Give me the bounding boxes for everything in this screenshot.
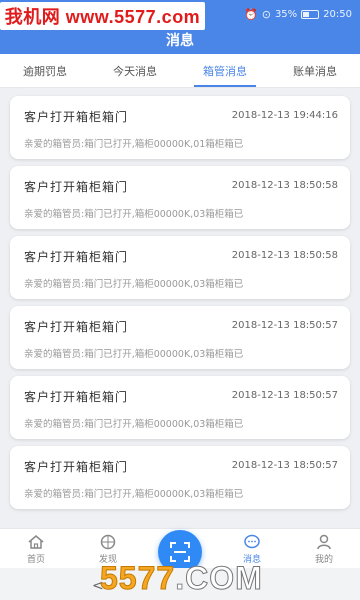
message-title: 客户打开箱柜箱门 [24,460,129,474]
clock: 20:50 [323,8,352,20]
message-card[interactable]: 客户打开箱柜箱门 2018-12-13 19:44:16 亲爱的箱管员:箱门已打… [10,96,350,159]
message-time: 2018-12-13 18:50:58 [231,180,338,191]
brand-number: 5577 [99,560,176,597]
compass-icon [100,534,116,550]
tab-today[interactable]: 今天消息 [90,54,180,87]
message-title: 客户打开箱柜箱门 [24,110,129,124]
message-card[interactable]: 客户打开箱柜箱门 2018-12-13 18:50:58 亲爱的箱管员:箱门已打… [10,166,350,229]
brand-com: COM [185,560,263,597]
message-icon [244,534,260,549]
tab-label: 账单消息 [293,64,337,78]
tab-label: 今天消息 [113,64,157,78]
tab-box-manager[interactable]: 箱管消息 [180,54,270,87]
message-time: 2018-12-13 18:50:58 [231,250,338,261]
message-body: 亲爱的箱管员:箱门已打开,箱柜00000K,03箱柜箱已 [24,489,244,500]
message-card[interactable]: 客户打开箱柜箱门 2018-12-13 18:50:57 亲爱的箱管员:箱门已打… [10,306,350,369]
nav-profile[interactable]: 我的 [288,529,360,565]
message-card[interactable]: 客户打开箱柜箱门 2018-12-13 18:50:58 亲爱的箱管员:箱门已打… [10,236,350,299]
status-bar: ⏰ ⊙ 35% 20:50 [244,4,352,24]
header: 我机网 www.5577.com ⏰ ⊙ 35% 20:50 消息 [0,0,360,54]
message-time: 2018-12-13 18:50:57 [231,390,338,401]
app: 我机网 www.5577.com ⏰ ⊙ 35% 20:50 消息 逾期罚息 今… [0,0,360,600]
watermark-logo: 我机网 www.5577.com [0,2,205,30]
message-list: 客户打开箱柜箱门 2018-12-13 19:44:16 亲爱的箱管员:箱门已打… [0,96,360,516]
person-icon [317,534,331,550]
tab-bar: 逾期罚息 今天消息 箱管消息 账单消息 [0,54,360,88]
message-card[interactable]: 客户打开箱柜箱门 2018-12-13 18:50:57 亲爱的箱管员:箱门已打… [10,376,350,439]
home-icon [28,535,44,549]
location-icon: ⊙ [261,7,271,21]
message-card[interactable]: 客户打开箱柜箱门 2018-12-13 18:50:57 亲爱的箱管员:箱门已打… [10,446,350,509]
brand-logo: 5577.COM [99,560,263,597]
message-body: 亲爱的箱管员:箱门已打开,箱柜00000K,03箱柜箱已 [24,349,244,360]
nav-label: 我的 [314,555,333,565]
message-time: 2018-12-13 18:50:57 [231,460,338,471]
message-title: 客户打开箱柜箱门 [24,320,129,334]
message-title: 客户打开箱柜箱门 [24,390,129,404]
message-title: 客户打开箱柜箱门 [24,250,129,264]
tab-label: 逾期罚息 [23,64,67,78]
watermark-text: 我机网 www.5577.com [4,7,201,27]
battery-icon [301,9,320,19]
tab-bill[interactable]: 账单消息 [270,54,360,87]
alarm-icon: ⏰ [244,7,258,21]
message-body: 亲爱的箱管员:箱门已打开,箱柜00000K,01箱柜箱已 [24,139,244,150]
nav-label: 首页 [26,555,45,565]
battery-percent: 35% [274,8,298,20]
brand-dot: . [175,560,186,597]
message-title: 客户打开箱柜箱门 [24,180,129,194]
message-body: 亲爱的箱管员:箱门已打开,箱柜00000K,03箱柜箱已 [24,209,244,220]
message-time: 2018-12-13 18:50:57 [231,320,338,331]
page-title: 消息 [166,33,194,49]
tab-overdue[interactable]: 逾期罚息 [0,54,90,87]
message-body: 亲爱的箱管员:箱门已打开,箱柜00000K,03箱柜箱已 [24,419,244,430]
tab-label: 箱管消息 [203,64,247,78]
message-body: 亲爱的箱管员:箱门已打开,箱柜00000K,03箱柜箱已 [24,279,244,290]
message-time: 2018-12-13 19:44:16 [231,110,338,121]
nav-home[interactable]: 首页 [0,529,72,565]
